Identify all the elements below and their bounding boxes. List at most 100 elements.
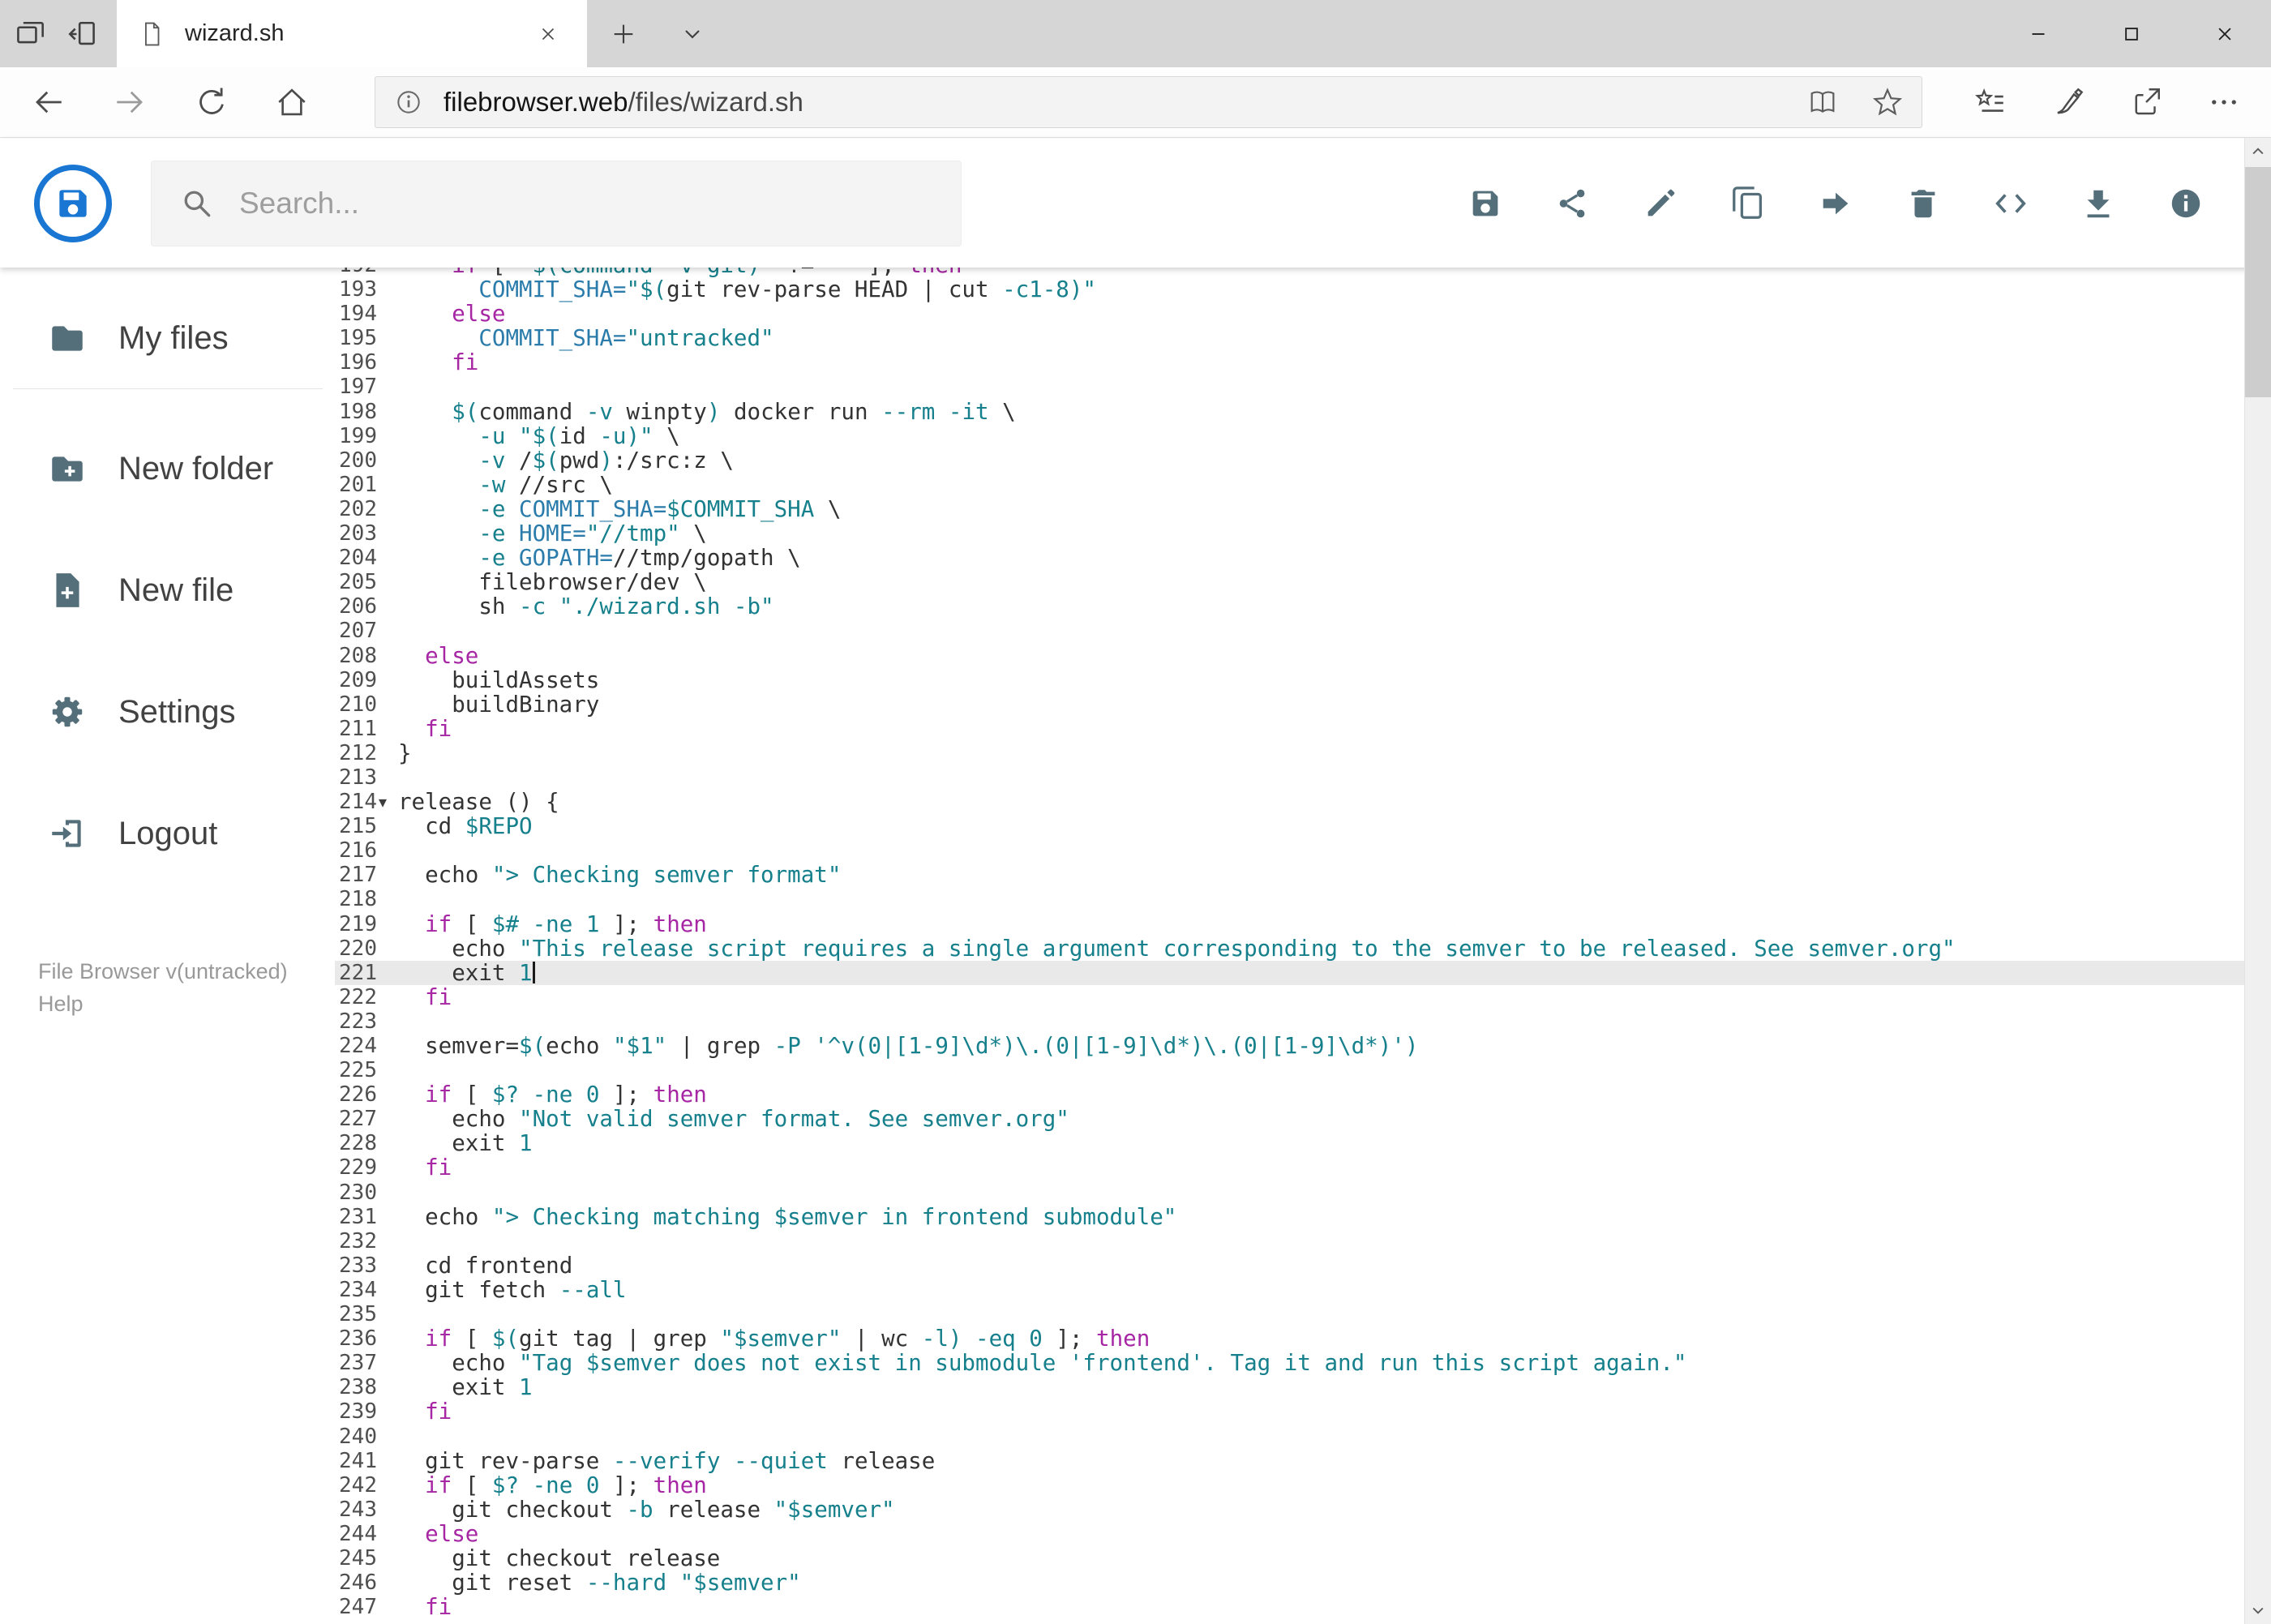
code-line-215[interactable]: 215 cd $REPO [335,814,2244,838]
refresh-button[interactable] [170,73,251,131]
code-line-206[interactable]: 206 sh -c "./wizard.sh -b" [335,594,2244,619]
info-button[interactable] [2162,180,2209,227]
share-button[interactable] [2107,73,2185,131]
code-line-210[interactable]: 210 buildBinary [335,692,2244,717]
tab-preview-icon[interactable] [13,16,49,52]
code-line-205[interactable]: 205 filebrowser/dev \ [335,570,2244,594]
back-button[interactable] [8,73,89,131]
code-line-195[interactable]: 195 COMMIT_SHA="untracked" [335,326,2244,350]
code-line-207[interactable]: 207 [335,619,2244,643]
code-line-208[interactable]: 208 else [335,643,2244,668]
code-line-235[interactable]: 235 [335,1302,2244,1326]
search-box[interactable] [151,160,962,246]
code-line-214[interactable]: 214 ▾ release () { [335,790,2244,814]
reading-view-icon[interactable] [1806,86,1839,118]
code-line-224[interactable]: 224 semver=$(echo "$1" | grep -P '^v(0|[… [335,1034,2244,1058]
more-menu-button[interactable] [2185,73,2263,131]
code-line-239[interactable]: 239 fi [335,1399,2244,1424]
move-button[interactable] [1812,180,1859,227]
new-tab-button[interactable] [587,0,660,67]
tab-close-icon[interactable] [530,16,566,52]
fold-arrow-icon[interactable]: ▾ [379,790,387,814]
code-line-226[interactable]: 226 if [ $? -ne 0 ]; then [335,1082,2244,1107]
sidebar-item-settings[interactable]: Settings [0,670,335,754]
sidebar-item-new-file[interactable]: New file [0,548,335,632]
code-line-201[interactable]: 201 -w //src \ [335,473,2244,497]
code-line-246[interactable]: 246 git reset --hard "$semver" [335,1570,2244,1595]
code-line-211[interactable]: 211 fi [335,717,2244,741]
download-button[interactable] [2075,180,2122,227]
code-line-209[interactable]: 209 buildAssets [335,668,2244,692]
favorites-hub-button[interactable] [1952,73,2029,131]
set-tabs-aside-icon[interactable] [63,16,99,52]
code-line-229[interactable]: 229 fi [335,1155,2244,1180]
minimize-button[interactable] [1991,0,2085,67]
code-line-228[interactable]: 228 exit 1 [335,1131,2244,1155]
code-line-198[interactable]: 198 $(command -v winpty) docker run --rm… [335,400,2244,424]
copy-button[interactable] [1725,180,1772,227]
tab-list-chevron-icon[interactable] [660,0,725,67]
code-editor[interactable]: 192 if [ "$(command -v git)" != "" ]; th… [335,268,2244,1624]
url-text[interactable]: filebrowser.web/files/wizard.sh [443,87,803,118]
code-line-236[interactable]: 236 if [ $(git tag | grep "$semver" | wc… [335,1326,2244,1351]
filebrowser-logo[interactable] [34,164,112,242]
page-scrollbar[interactable] [2244,138,2271,1624]
code-line-213[interactable]: 213 [335,765,2244,790]
code-line-212[interactable]: 212} [335,741,2244,765]
code-line-221[interactable]: 221 exit 1 [335,961,2244,985]
code-line-240[interactable]: 240 [335,1425,2244,1449]
code-line-194[interactable]: 194 else [335,302,2244,326]
code-line-197[interactable]: 197 [335,375,2244,399]
code-line-223[interactable]: 223 [335,1009,2244,1034]
code-line-216[interactable]: 216 [335,838,2244,863]
code-line-233[interactable]: 233 cd frontend [335,1253,2244,1278]
code-line-238[interactable]: 238 exit 1 [335,1375,2244,1399]
search-input[interactable] [238,185,933,221]
forward-button[interactable] [89,73,170,131]
save-button[interactable] [1462,180,1509,227]
code-line-199[interactable]: 199 -u "$(id -u)" \ [335,424,2244,448]
code-line-242[interactable]: 242 if [ $? -ne 0 ]; then [335,1473,2244,1498]
sidebar-item-new-folder[interactable]: New folder [0,426,335,511]
code-line-200[interactable]: 200 -v /$(pwd):/src:z \ [335,448,2244,473]
scroll-down-arrow-icon[interactable] [2245,1596,2271,1624]
raw-editor-button[interactable] [1987,180,2034,227]
address-bar[interactable]: filebrowser.web/files/wizard.sh [375,76,1922,128]
code-line-220[interactable]: 220 echo "This release script requires a… [335,936,2244,961]
code-line-203[interactable]: 203 -e HOME="//tmp" \ [335,521,2244,546]
ink-notes-button[interactable] [2029,73,2107,131]
close-window-button[interactable] [2178,0,2271,67]
code-line-232[interactable]: 232 [335,1229,2244,1253]
code-line-237[interactable]: 237 echo "Tag $semver does not exist in … [335,1351,2244,1375]
sidebar-item-my-files[interactable]: My files [0,296,335,380]
scrollbar-thumb[interactable] [2245,167,2271,397]
code-line-219[interactable]: 219 if [ $# -ne 1 ]; then [335,911,2244,936]
code-line-244[interactable]: 244 else [335,1522,2244,1546]
code-line-218[interactable]: 218 [335,887,2244,911]
code-line-227[interactable]: 227 echo "Not valid semver format. See s… [335,1107,2244,1131]
sidebar-item-logout[interactable]: Logout [0,791,335,876]
code-line-217[interactable]: 217 echo "> Checking semver format" [335,863,2244,887]
code-line-225[interactable]: 225 [335,1058,2244,1082]
site-info-icon[interactable] [393,87,424,118]
help-link[interactable]: Help [38,988,288,1020]
code-line-245[interactable]: 245 git checkout release [335,1546,2244,1570]
maximize-button[interactable] [2085,0,2178,67]
delete-button[interactable] [1900,180,1947,227]
code-line-222[interactable]: 222 fi [335,985,2244,1009]
code-line-204[interactable]: 204 -e GOPATH=//tmp/gopath \ [335,546,2244,570]
home-button[interactable] [251,73,332,131]
code-line-234[interactable]: 234 git fetch --all [335,1278,2244,1302]
code-line-230[interactable]: 230 [335,1181,2244,1205]
code-line-196[interactable]: 196 fi [335,350,2244,375]
code-line-241[interactable]: 241 git rev-parse --verify --quiet relea… [335,1449,2244,1473]
code-line-193[interactable]: 193 COMMIT_SHA="$(git rev-parse HEAD | c… [335,277,2244,302]
scroll-up-arrow-icon[interactable] [2245,138,2271,165]
code-line-231[interactable]: 231 echo "> Checking matching $semver in… [335,1205,2244,1229]
favorite-star-icon[interactable] [1871,86,1904,118]
rename-button[interactable] [1637,180,1684,227]
share-button[interactable] [1549,180,1596,227]
code-line-202[interactable]: 202 -e COMMIT_SHA=$COMMIT_SHA \ [335,497,2244,521]
code-line-247[interactable]: 247 fi [335,1595,2244,1619]
code-line-243[interactable]: 243 git checkout -b release "$semver" [335,1498,2244,1522]
